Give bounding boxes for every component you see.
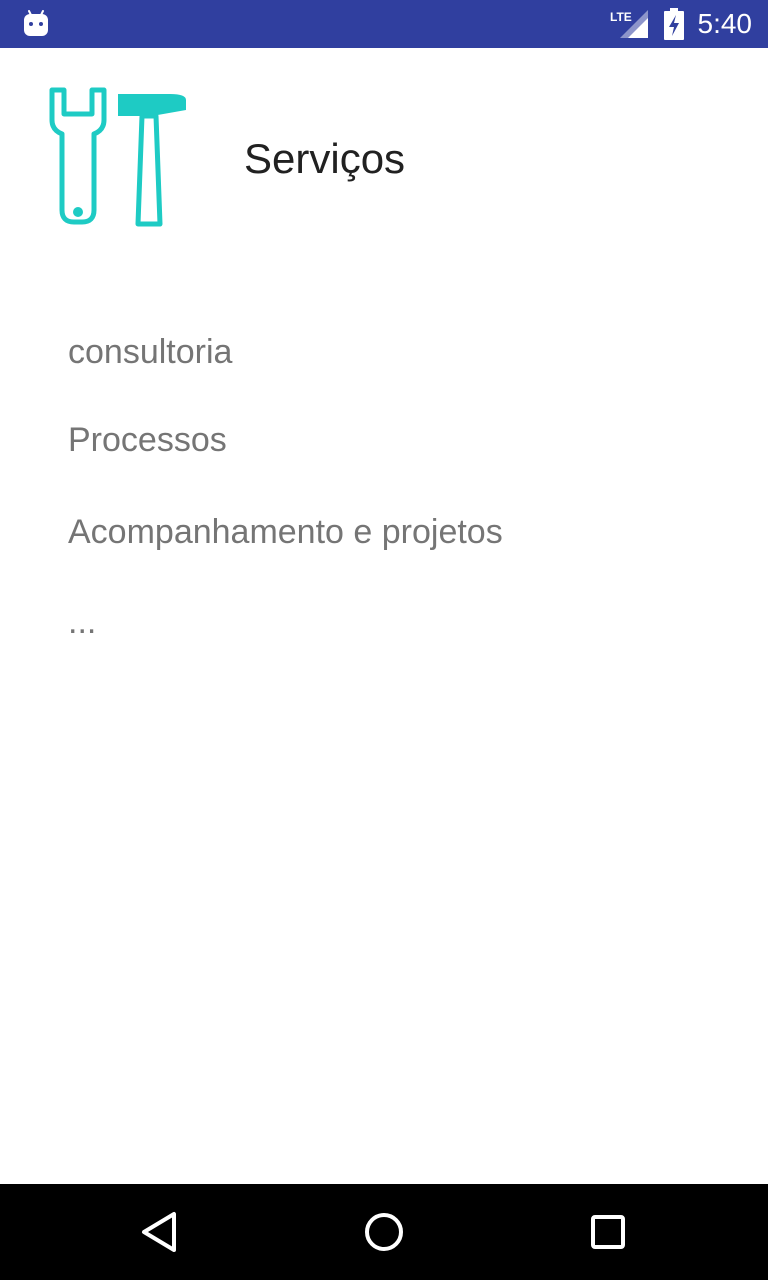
navigation-bar	[0, 1184, 768, 1280]
home-icon[interactable]	[360, 1208, 408, 1256]
battery-charging-icon	[664, 8, 684, 40]
service-item-consultoria[interactable]: consultoria	[68, 332, 232, 372]
service-item-processos[interactable]: Processos	[68, 420, 227, 460]
tools-icon	[49, 87, 186, 227]
service-item-more[interactable]: ...	[68, 602, 96, 642]
svg-text:LTE: LTE	[610, 10, 632, 24]
status-bar: LTE 5:40	[0, 0, 768, 48]
lte-signal-icon: LTE	[610, 10, 648, 38]
android-icon	[24, 10, 48, 36]
header: Serviços	[0, 48, 768, 248]
service-item-acompanhamento[interactable]: Acompanhamento e projetos	[68, 512, 503, 552]
recents-icon[interactable]	[584, 1208, 632, 1256]
page-title: Serviços	[244, 135, 406, 182]
back-icon[interactable]	[136, 1208, 184, 1256]
status-clock: 5:40	[697, 8, 753, 39]
